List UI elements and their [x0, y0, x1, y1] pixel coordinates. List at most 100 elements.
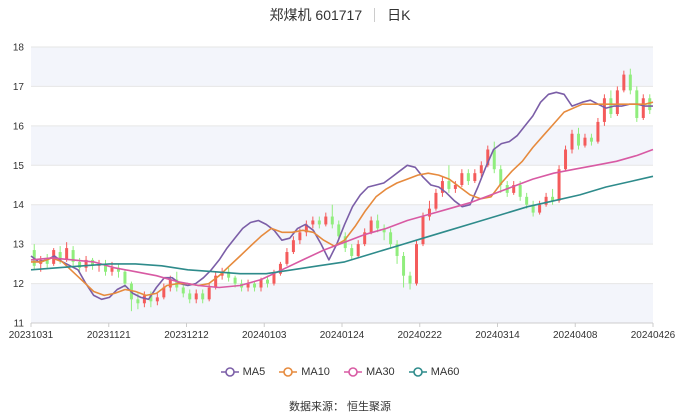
candle: [434, 188, 438, 211]
x-tick-label: 20240314: [475, 330, 520, 341]
legend: MA5 MA10 MA30 MA60: [0, 366, 680, 380]
candle-body: [65, 248, 69, 260]
candle-body: [324, 216, 328, 225]
candle: [512, 181, 516, 195]
candle-body: [155, 297, 159, 302]
legend-marker-icon: [220, 367, 239, 377]
candle-body: [641, 98, 645, 118]
y-tick-label: 14: [13, 200, 25, 211]
candle-body: [576, 133, 580, 146]
candle-body: [207, 287, 211, 300]
candle-body: [291, 240, 295, 253]
candle-body: [136, 299, 140, 304]
legend-item-ma30[interactable]: MA30: [343, 366, 395, 378]
candle-body: [389, 232, 393, 245]
candle: [71, 246, 75, 266]
candle-body: [615, 90, 619, 115]
x-axis-labels: 20231031 20231121 20231212 20240103 20240124…: [9, 330, 676, 341]
candle-body: [570, 133, 574, 150]
x-tick-label: 20240426: [631, 330, 676, 341]
y-tick-label: 12: [13, 279, 25, 290]
candle-body: [330, 216, 334, 225]
plot-band: [31, 47, 653, 87]
candle: [415, 240, 419, 286]
candle-body: [201, 293, 205, 300]
candle-body: [110, 267, 114, 272]
candle: [440, 177, 444, 197]
candle-body: [447, 181, 451, 189]
candle: [499, 165, 503, 193]
candle-body: [460, 173, 464, 185]
candle: [596, 117, 600, 144]
candle: [421, 212, 425, 247]
candle-body: [557, 169, 561, 201]
x-tick-label: 20240408: [553, 330, 598, 341]
candle-body: [188, 293, 192, 300]
candle: [84, 255, 88, 272]
legend-label: MA5: [242, 366, 266, 378]
candle-body: [369, 220, 373, 233]
candle: [544, 192, 548, 207]
x-tick-label: 20231212: [164, 330, 209, 341]
candle: [227, 267, 231, 282]
candle: [641, 94, 645, 120]
candle: [285, 248, 289, 266]
candle-body: [285, 252, 289, 264]
candle-body: [265, 279, 269, 284]
candle: [460, 169, 464, 187]
y-tick-label: 17: [13, 82, 25, 93]
y-tick-label: 18: [13, 43, 25, 54]
candle-body: [648, 98, 652, 111]
x-tick-label: 20240124: [320, 330, 365, 341]
candle-body: [350, 248, 354, 256]
candle: [104, 259, 108, 276]
candle-body: [589, 137, 593, 142]
candle-body: [596, 121, 600, 142]
candle: [466, 169, 470, 185]
candle-body: [317, 220, 321, 225]
legend-item-ma60[interactable]: MA60: [408, 366, 459, 378]
candle-body: [473, 173, 477, 182]
candle: [116, 263, 120, 278]
candle-body: [259, 279, 263, 288]
candle: [648, 94, 652, 115]
candle: [538, 200, 542, 215]
candle-body: [233, 277, 237, 284]
candle: [615, 86, 619, 116]
candle-body: [622, 74, 626, 91]
legend-item-ma5[interactable]: MA5: [220, 366, 266, 378]
x-tick-label: 20231121: [87, 330, 131, 341]
candle-body: [415, 244, 419, 284]
candle-body: [525, 196, 529, 205]
candle-body: [421, 216, 425, 245]
candle: [551, 188, 555, 205]
candle-body: [376, 220, 380, 229]
x-tick-label: 20231031: [9, 330, 54, 341]
candle-body: [311, 220, 315, 225]
candle-body: [564, 149, 568, 170]
candle-body: [479, 165, 483, 174]
candle-body: [181, 287, 185, 294]
candle: [97, 259, 101, 272]
candle-body: [518, 185, 522, 197]
y-tick-label: 11: [14, 319, 25, 330]
candle: [91, 257, 95, 270]
candle-body: [538, 204, 542, 213]
candle: [557, 165, 561, 203]
candle-body: [298, 232, 302, 241]
candle-body: [492, 149, 496, 170]
legend-item-ma10[interactable]: MA10: [279, 366, 330, 378]
x-tick-label: 20240222: [398, 330, 443, 341]
legend-marker-icon: [279, 367, 298, 377]
candle-body: [356, 244, 360, 256]
plot-band: [31, 204, 653, 245]
legend-label: MA10: [301, 366, 330, 378]
plot-band: [31, 125, 653, 166]
y-tick-label: 13: [13, 240, 25, 251]
candle-body: [466, 173, 470, 182]
candle-body: [272, 273, 276, 284]
candle-body: [253, 283, 257, 288]
candle: [278, 261, 282, 276]
candles: [32, 68, 652, 312]
y-tick-label: 16: [13, 121, 25, 132]
